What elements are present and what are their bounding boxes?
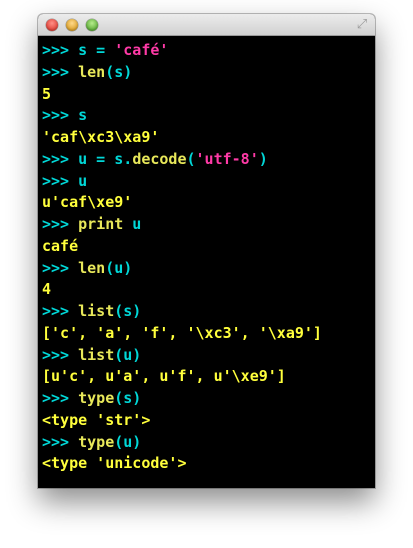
output-line: 4 bbox=[42, 279, 371, 301]
code-token: print bbox=[78, 215, 124, 233]
prompt: >>> bbox=[42, 432, 70, 451]
output-line: ['c', 'a', 'f', '\xc3', '\xa9'] bbox=[42, 323, 371, 345]
prompt: >>> bbox=[42, 149, 70, 168]
output-text: 'caf\xc3\xa9' bbox=[42, 128, 160, 146]
output-line: 'caf\xc3\xa9' bbox=[42, 127, 371, 149]
output-text: u'caf\xe9' bbox=[42, 193, 133, 212]
input-line: >>> len(u) bbox=[42, 258, 371, 280]
prompt: >>> bbox=[42, 106, 70, 125]
code-token: 'utf-8' bbox=[195, 149, 259, 168]
input-line: >>> u bbox=[42, 171, 371, 193]
output-text: ['c', 'a', 'f', '\xc3', '\xa9'] bbox=[42, 323, 322, 342]
input-line: >>> type(s) bbox=[42, 388, 371, 410]
title-bar[interactable]: ⤢ bbox=[38, 14, 375, 36]
code-token: (u) bbox=[114, 345, 142, 364]
code-token: ) bbox=[258, 149, 268, 168]
zoom-button[interactable] bbox=[86, 19, 98, 31]
minimize-button[interactable] bbox=[66, 19, 78, 31]
close-button[interactable] bbox=[46, 19, 58, 31]
code-token: type bbox=[78, 432, 115, 451]
code-token: u = s. bbox=[78, 149, 133, 168]
code-token: len bbox=[78, 62, 106, 81]
code-token: (s) bbox=[114, 389, 142, 407]
code-token: ( bbox=[186, 149, 196, 168]
code-token: s bbox=[78, 106, 88, 125]
output-text: [u'c', u'a', u'f', u'\xe9'] bbox=[42, 367, 286, 386]
code-token: list bbox=[78, 302, 115, 320]
code-token: (s) bbox=[114, 302, 142, 320]
output-text: <type 'unicode'> bbox=[42, 454, 187, 473]
code-token: s = bbox=[78, 41, 115, 59]
prompt: >>> bbox=[42, 345, 70, 364]
code-token: decode bbox=[132, 149, 187, 168]
prompt: >>> bbox=[42, 41, 70, 59]
prompt: >>> bbox=[42, 171, 70, 190]
output-line: u'caf\xe9' bbox=[42, 192, 371, 214]
code-token: 'café' bbox=[114, 41, 169, 59]
output-text: 5 bbox=[42, 84, 52, 103]
code-token: len bbox=[78, 258, 106, 277]
prompt: >>> bbox=[42, 215, 70, 233]
code-token: (u) bbox=[105, 258, 133, 277]
input-line: >>> print u bbox=[42, 214, 371, 236]
input-line: >>> list(s) bbox=[42, 301, 371, 323]
terminal-window: ⤢ >>> s = 'café' >>> len(s) 5 >>> s'caf\xc3… bbox=[38, 14, 375, 488]
terminal-output[interactable]: >>> s = 'café' >>> len(s) 5 >>> s'caf\xc3\x… bbox=[42, 40, 371, 488]
prompt: >>> bbox=[42, 389, 70, 407]
output-text: 4 bbox=[42, 280, 52, 299]
input-line: >>> s = 'café' bbox=[42, 40, 371, 62]
input-line: >>> len(s) bbox=[42, 62, 371, 84]
input-line: >>> s bbox=[42, 105, 371, 127]
input-line: >>> u = s.decode('utf-8') bbox=[42, 149, 371, 171]
input-line: >>> type(u) bbox=[42, 432, 371, 454]
code-token: u bbox=[78, 171, 88, 190]
output-line: café bbox=[42, 236, 371, 258]
prompt: >>> bbox=[42, 258, 70, 277]
prompt: >>> bbox=[42, 62, 70, 81]
code-token: (u) bbox=[114, 432, 142, 451]
code-token: u bbox=[123, 215, 142, 233]
code-token: type bbox=[78, 389, 115, 407]
output-line: <type 'str'> bbox=[42, 410, 371, 432]
output-text: <type 'str'> bbox=[42, 410, 151, 429]
code-token: (s) bbox=[105, 62, 133, 81]
code-token: list bbox=[78, 345, 115, 364]
resize-arrows-icon[interactable]: ⤢ bbox=[355, 18, 369, 32]
output-line: <type 'unicode'> bbox=[42, 453, 371, 475]
output-line: 5 bbox=[42, 84, 371, 106]
output-text: café bbox=[42, 236, 79, 255]
prompt: >>> bbox=[42, 302, 70, 320]
output-line: [u'c', u'a', u'f', u'\xe9'] bbox=[42, 366, 371, 388]
input-line: >>> list(u) bbox=[42, 345, 371, 367]
